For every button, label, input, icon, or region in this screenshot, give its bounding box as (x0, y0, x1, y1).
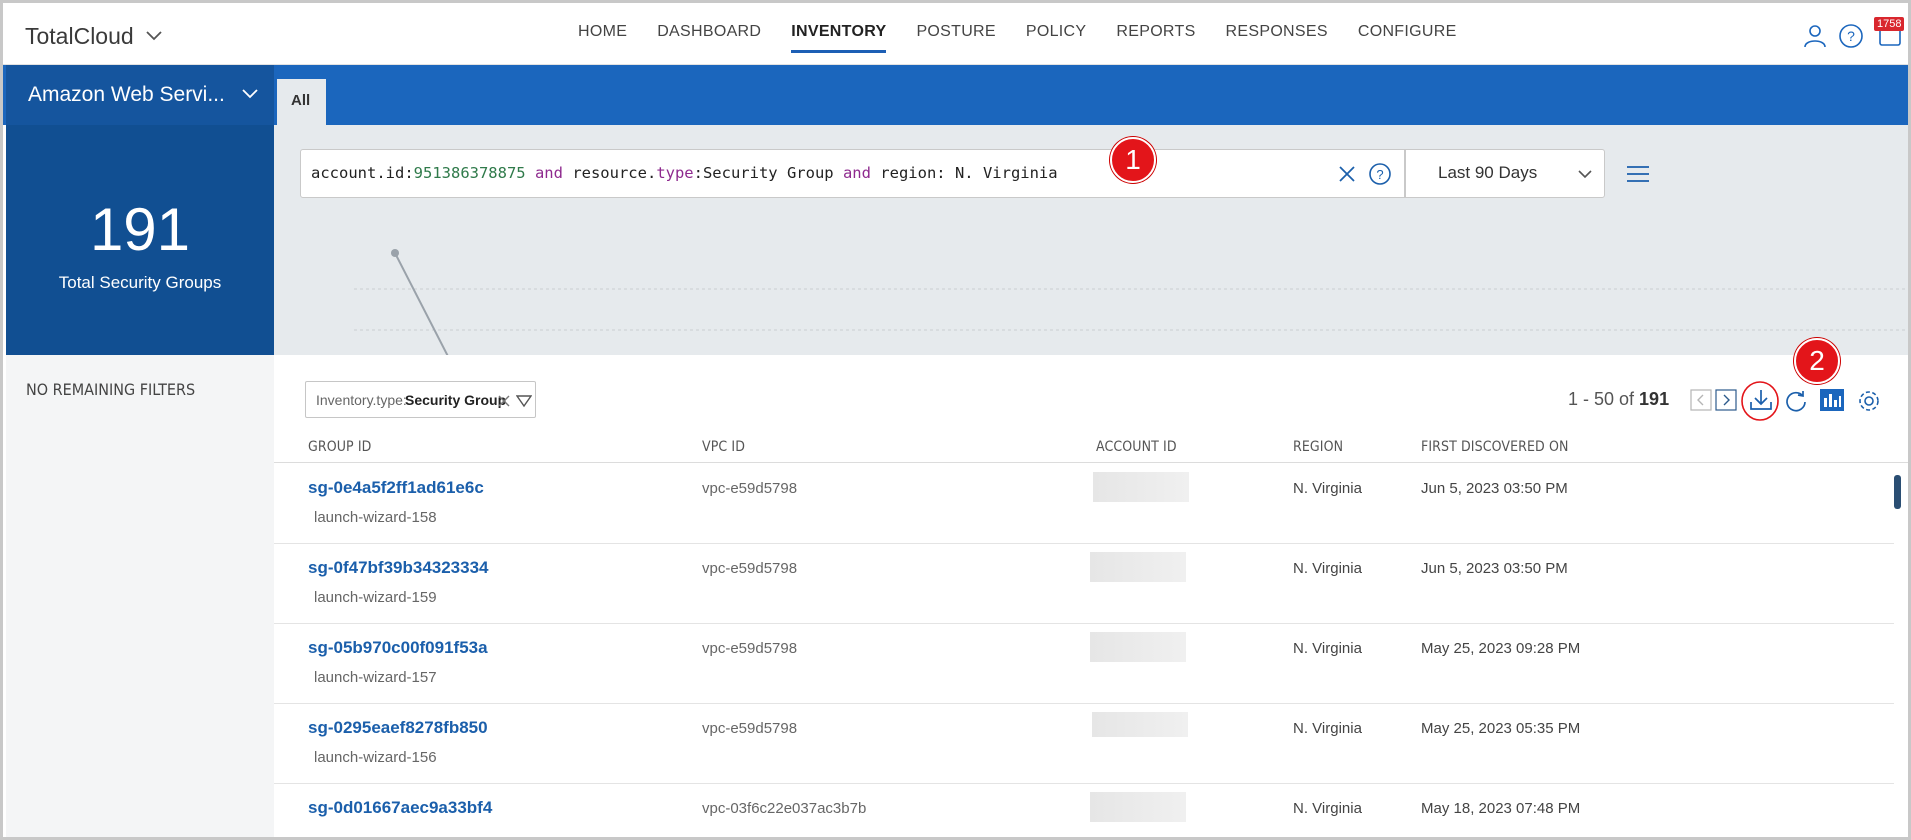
region: N. Virginia (1293, 640, 1362, 657)
table-row[interactable]: sg-0e4a5f2ff1ad61e6c launch-wizard-158 v… (274, 464, 1894, 544)
account-id-redacted (1090, 792, 1186, 822)
app-frame: TotalCloud HOME DASHBOARD INVENTORY POST… (0, 0, 1911, 840)
account-id-redacted (1090, 632, 1186, 662)
filter-panel: NO REMAINING FILTERS (6, 355, 274, 837)
trend-chart: 05th Apr6th Apr10th Apr11th Apr12th Apr1… (354, 249, 1908, 355)
nav-responses[interactable]: RESPONSES (1211, 3, 1343, 65)
date-range-label: Last 90 Days (1438, 163, 1538, 182)
top-navigation: TotalCloud HOME DASHBOARD INVENTORY POST… (3, 3, 1908, 65)
column-header-vpc-id[interactable]: VPC ID (702, 439, 745, 455)
table-row[interactable]: sg-0f47bf39b34323334 launch-wizard-159 v… (274, 544, 1894, 624)
svg-text:?: ? (1847, 28, 1855, 44)
table-row[interactable]: sg-0295eaef8278fb850 launch-wizard-156 v… (274, 704, 1894, 784)
help-icon[interactable]: ? (1367, 161, 1393, 187)
group-id-link[interactable]: sg-0f47bf39b34323334 (308, 558, 489, 578)
search-input[interactable]: account.id:951386378875 and resource.typ… (300, 149, 1405, 198)
chevron-down-icon (242, 89, 258, 99)
group-id-link[interactable]: sg-0d01667aec9a33bf4 (308, 798, 492, 818)
gear-icon[interactable] (1856, 388, 1882, 414)
chart-view-icon[interactable] (1820, 389, 1844, 411)
region: N. Virginia (1293, 560, 1362, 577)
account-name: Amazon Web Servi... (28, 83, 225, 106)
vpc-id: vpc-e59d5798 (702, 560, 798, 577)
account-id-redacted (1093, 472, 1189, 502)
total-count-label: Total Security Groups (58, 273, 222, 292)
query-area: account.id:951386378875 and resource.typ… (274, 125, 1908, 355)
group-name: launch-wizard-159 (314, 589, 437, 606)
column-header-account-id[interactable]: ACCOUNT ID (1096, 439, 1177, 455)
nav-posture[interactable]: POSTURE (901, 3, 1010, 65)
region: N. Virginia (1293, 800, 1362, 817)
tab-all[interactable]: All (277, 79, 326, 125)
nav-inventory[interactable]: INVENTORY (776, 3, 901, 65)
group-name: launch-wizard-157 (314, 669, 437, 686)
group-id-link[interactable]: sg-05b970c00f091f53a (308, 638, 488, 658)
account-selector[interactable]: Amazon Web Servi... (6, 65, 274, 125)
filter-chip-key: Inventory.type: (316, 392, 407, 408)
account-id-redacted (1090, 552, 1186, 582)
vpc-id: vpc-e59d5798 (702, 720, 798, 737)
filter-icon[interactable] (516, 394, 532, 408)
series-line (394, 252, 449, 355)
first-discovered: May 25, 2023 09:28 PM (1421, 640, 1581, 657)
nav-policy[interactable]: POLICY (1011, 3, 1102, 65)
first-discovered: May 18, 2023 07:48 PM (1421, 800, 1581, 817)
table-row[interactable]: sg-0d01667aec9a33bf4 vpc-03f6c22e037ac3b… (274, 784, 1894, 837)
previous-page-icon[interactable] (1690, 389, 1712, 411)
no-filters-label: NO REMAINING FILTERS (26, 380, 196, 399)
close-icon[interactable] (497, 394, 511, 408)
help-icon[interactable]: ? (1837, 22, 1865, 50)
query-text: account.id:951386378875 and resource.typ… (311, 164, 1058, 182)
group-name: launch-wizard-156 (314, 749, 437, 766)
nav-home[interactable]: HOME (563, 3, 642, 65)
region: N. Virginia (1293, 480, 1362, 497)
main-nav: HOME DASHBOARD INVENTORY POSTURE POLICY … (563, 3, 1472, 65)
notification-badge: 1758 (1874, 17, 1905, 31)
filter-chip[interactable]: Inventory.type: Security Group (305, 381, 536, 418)
callout-marker: 1 (1110, 137, 1156, 183)
vpc-id: vpc-e59d5798 (702, 640, 798, 657)
nav-configure[interactable]: CONFIGURE (1343, 3, 1472, 65)
table-row[interactable]: sg-05b970c00f091f53a launch-wizard-157 v… (274, 624, 1894, 704)
account-id-redacted (1092, 712, 1188, 737)
main-content: account.id:951386378875 and resource.typ… (274, 125, 1908, 837)
menu-icon[interactable] (1625, 161, 1651, 187)
clear-icon[interactable] (1337, 164, 1357, 184)
vpc-id: vpc-e59d5798 (702, 480, 798, 497)
table-header: GROUP ID VPC ID ACCOUNT ID REGION FIRST … (274, 425, 1908, 463)
highlight-ring (1741, 381, 1779, 421)
group-name: launch-wizard-158 (314, 509, 437, 526)
first-discovered: May 25, 2023 05:35 PM (1421, 720, 1581, 737)
next-page-icon[interactable] (1715, 389, 1737, 411)
first-discovered: Jun 5, 2023 03:50 PM (1421, 560, 1568, 577)
svg-text:?: ? (1376, 167, 1383, 182)
filter-chip-value: Security Group (405, 392, 507, 408)
nav-dashboard[interactable]: DASHBOARD (642, 3, 776, 65)
region: N. Virginia (1293, 720, 1362, 737)
date-range-select[interactable]: Last 90 Days (1405, 149, 1605, 198)
column-header-group-id[interactable]: GROUP ID (308, 439, 371, 455)
group-id-link[interactable]: sg-0295eaef8278fb850 (308, 718, 488, 738)
chevron-down-icon (1578, 170, 1592, 179)
refresh-icon[interactable] (1783, 388, 1809, 414)
total-count: 191 (89, 196, 191, 263)
column-header-region[interactable]: REGION (1293, 439, 1343, 455)
first-discovered: Jun 5, 2023 03:50 PM (1421, 480, 1568, 497)
callout-marker: 2 (1794, 338, 1840, 384)
summary-card: 191 Total Security Groups (6, 125, 274, 355)
data-point (391, 249, 399, 257)
column-header-first-discovered[interactable]: FIRST DISCOVERED ON (1421, 439, 1568, 455)
vpc-id: vpc-03f6c22e037ac3b7b (702, 800, 867, 817)
group-id-link[interactable]: sg-0e4a5f2ff1ad61e6c (308, 478, 484, 498)
pagination-info: 1 - 50 of 191 (1568, 389, 1670, 409)
user-icon[interactable] (1801, 22, 1829, 50)
chevron-down-icon[interactable] (143, 25, 165, 47)
scrollbar-thumb[interactable] (1894, 475, 1901, 509)
nav-reports[interactable]: REPORTS (1101, 3, 1210, 65)
app-title[interactable]: TotalCloud (25, 23, 134, 50)
